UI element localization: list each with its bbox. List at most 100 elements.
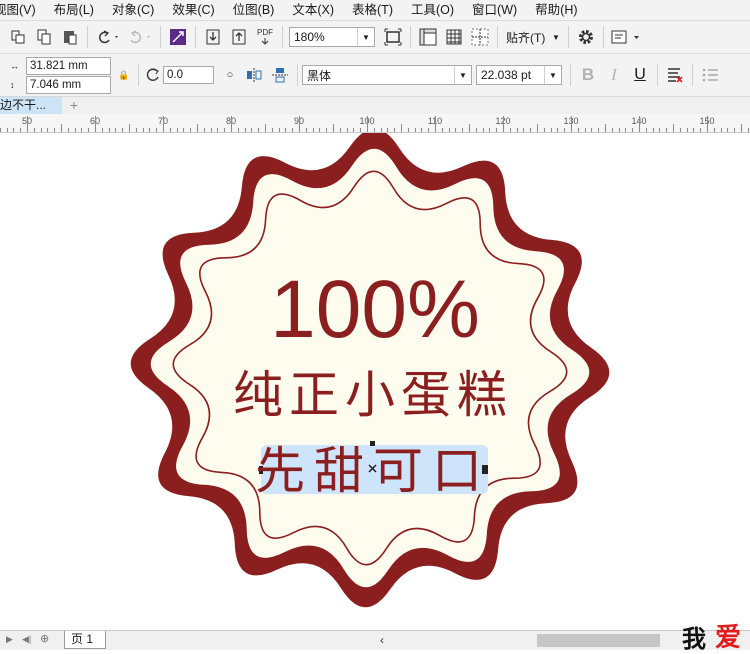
paste-icon[interactable] <box>58 25 82 49</box>
badge-line2-text[interactable]: 纯正小蛋糕 <box>233 366 513 424</box>
ruler-tick <box>421 128 422 132</box>
menu-tools[interactable]: 工具(O) <box>402 0 463 20</box>
ruler-tick <box>687 128 688 132</box>
ruler-tick <box>34 128 35 132</box>
ruler-tick <box>183 128 184 132</box>
mirror-horizontal-icon[interactable] <box>242 63 266 87</box>
ruler-tick <box>149 128 150 132</box>
publish-pdf-button[interactable]: PDF <box>253 25 277 49</box>
ruler-tick <box>217 128 218 132</box>
ruler-tick <box>170 128 171 132</box>
mirror-vertical-icon[interactable] <box>268 63 292 87</box>
show-grid-icon[interactable] <box>442 25 466 49</box>
add-page-icon[interactable]: ⊕ <box>40 632 49 645</box>
separator <box>160 26 161 48</box>
menu-object[interactable]: 对象(C) <box>103 0 163 20</box>
font-size-value: 22.038 pt <box>481 68 532 82</box>
ruler-tick <box>347 128 348 132</box>
menu-bitmaps[interactable]: 位图(B) <box>224 0 284 20</box>
bullet-list-icon[interactable] <box>698 63 722 87</box>
menu-view[interactable]: 视图(V) <box>0 0 45 20</box>
watermark-text-2: 爱 <box>715 623 742 653</box>
show-rulers-icon[interactable] <box>416 25 440 49</box>
ruler-tick <box>197 124 198 132</box>
chevron-down-icon[interactable]: ▼ <box>544 66 561 84</box>
gear-icon[interactable] <box>574 25 598 49</box>
corel-connect-icon[interactable] <box>166 25 190 49</box>
export-arrow-icon[interactable] <box>227 25 251 49</box>
horizontal-scrollbar-thumb[interactable] <box>537 634 660 647</box>
page-tab-1[interactable]: 页 1 <box>64 631 106 649</box>
ruler-tick <box>748 128 749 132</box>
import-icon[interactable] <box>6 25 30 49</box>
first-page-icon[interactable]: ▶ <box>6 634 13 645</box>
object-width-field[interactable]: 31.821 mm <box>26 56 111 75</box>
separator <box>603 26 604 48</box>
ruler-tick <box>653 128 654 132</box>
separator <box>657 64 658 86</box>
menu-help[interactable]: 帮助(H) <box>526 0 586 20</box>
zoom-level-combo[interactable]: 180% ▼ <box>289 27 375 47</box>
chevron-down-icon[interactable]: ▼ <box>357 28 374 46</box>
horizontal-ruler[interactable]: 5060708090100110120130140150 <box>0 114 750 133</box>
object-height-field[interactable]: 7.046 mm <box>26 75 111 94</box>
ruler-tick <box>353 128 354 132</box>
snap-to-dropdown[interactable]: 贴齐(T) ▼ <box>502 27 564 47</box>
badge-line1-text[interactable]: 100% <box>270 264 480 355</box>
menu-window[interactable]: 窗口(W) <box>463 0 526 20</box>
underline-button[interactable]: U <box>627 62 653 88</box>
ruler-tick <box>340 128 341 132</box>
menu-layout[interactable]: 布局(L) <box>45 0 103 20</box>
ruler-tick <box>646 128 647 132</box>
add-document-button[interactable]: + <box>64 97 84 114</box>
ruler-tick <box>591 128 592 132</box>
ruler-tick <box>571 116 572 132</box>
ruler-tick <box>564 128 565 132</box>
ruler-tick <box>666 128 667 132</box>
badge-line3-text[interactable]: 先甜可口 <box>255 442 491 500</box>
ruler-tick <box>734 128 735 132</box>
lock-ratio-icon[interactable]: 🔒 <box>115 63 133 87</box>
ruler-tick <box>639 116 640 132</box>
prev-page-icon[interactable]: ◀| <box>22 634 31 645</box>
snap-to-label: 贴齐(T) <box>506 30 546 45</box>
menu-text[interactable]: 文本(X) <box>283 0 343 20</box>
ruler-tick <box>680 128 681 132</box>
ruler-tick <box>707 116 708 132</box>
scroll-left-arrow-icon[interactable]: ‹ <box>380 633 384 647</box>
chevron-down-icon[interactable]: ▼ <box>548 27 564 47</box>
font-list-combo[interactable]: 黑体 ▼ <box>302 65 472 85</box>
drawing-canvas[interactable]: 100% 纯正小蛋糕 先甜可口 <box>0 128 750 630</box>
font-size-combo[interactable]: 22.038 pt ▼ <box>476 65 562 85</box>
ruler-tick <box>68 128 69 132</box>
copy-icon[interactable] <box>32 25 56 49</box>
separator <box>570 64 571 86</box>
show-guidelines-icon[interactable] <box>468 25 492 49</box>
undo-button[interactable] <box>93 25 123 49</box>
ruler-tick <box>503 116 504 132</box>
zoom-level-value: 180% <box>294 30 325 44</box>
separator <box>568 26 569 48</box>
ruler-tick <box>7 128 8 132</box>
ruler-tick <box>435 116 436 132</box>
ruler-tick <box>272 128 273 132</box>
bold-button[interactable]: B <box>575 62 601 88</box>
application-launcher-button[interactable] <box>609 25 645 49</box>
ruler-tick <box>54 128 55 132</box>
ruler-tick <box>523 128 524 132</box>
chevron-down-icon[interactable]: ▼ <box>454 66 471 84</box>
import-arrow-icon[interactable] <box>201 25 225 49</box>
ruler-tick <box>279 128 280 132</box>
text-align-icon[interactable] <box>663 63 687 87</box>
ruler-tick <box>721 128 722 132</box>
ruler-tick <box>469 124 470 132</box>
menu-table[interactable]: 表格(T) <box>343 0 402 20</box>
full-screen-icon[interactable] <box>381 25 405 49</box>
document-tab[interactable]: 边不干... <box>0 97 62 114</box>
ruler-tick <box>211 128 212 132</box>
italic-button[interactable]: I <box>601 62 627 88</box>
redo-button[interactable] <box>125 25 155 49</box>
rotation-angle-field[interactable]: 0.0 <box>163 66 214 84</box>
menu-effects[interactable]: 效果(C) <box>163 0 223 20</box>
ruler-tick <box>483 128 484 132</box>
